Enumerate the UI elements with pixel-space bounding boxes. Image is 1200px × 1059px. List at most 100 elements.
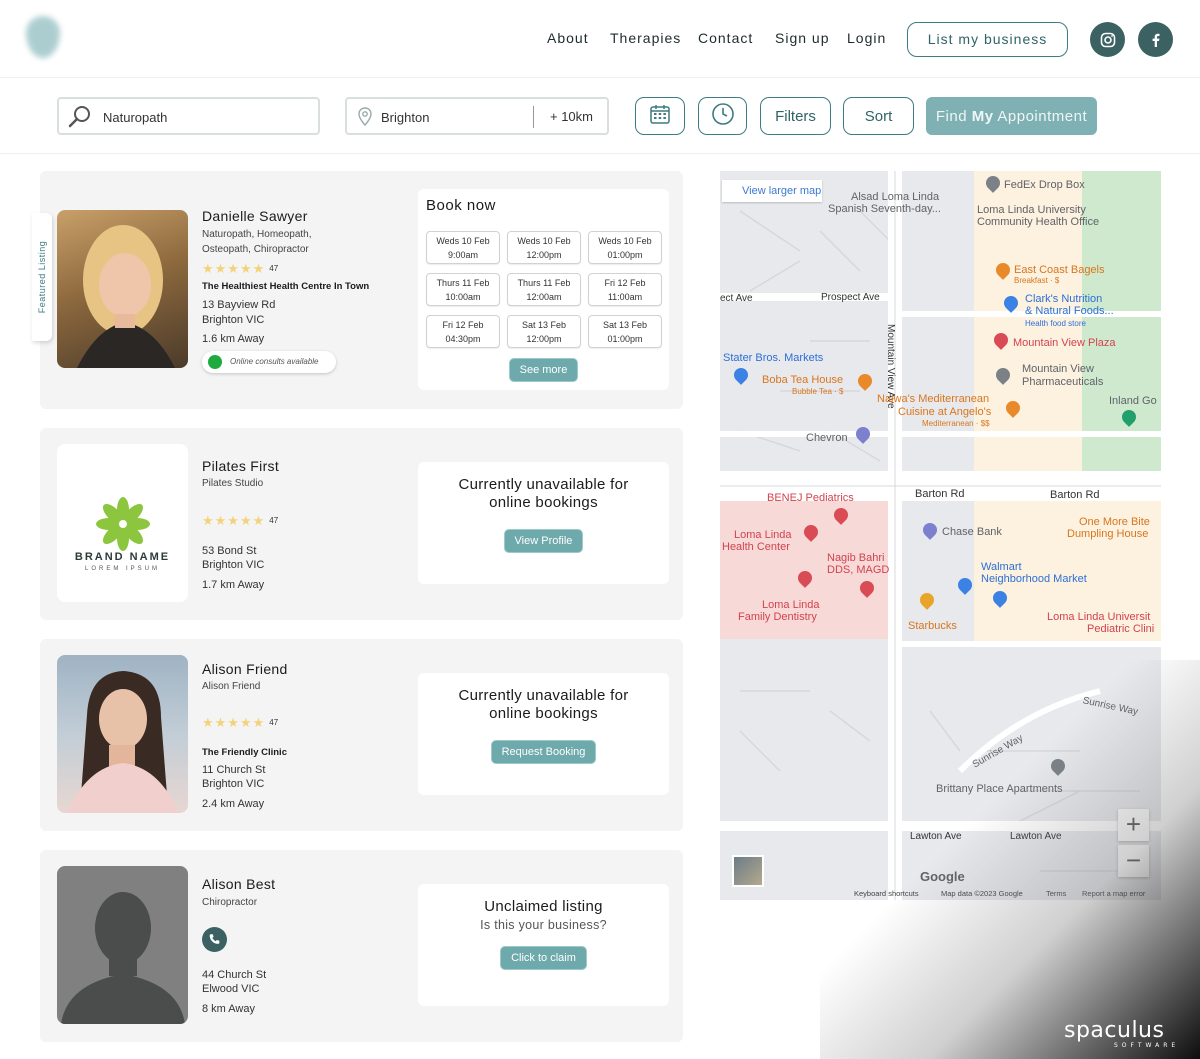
nav-contact[interactable]: Contact xyxy=(698,30,753,46)
spaculus-watermark: spaculus SOFTWARE xyxy=(1064,1018,1175,1049)
map-label: Nagib Bahri xyxy=(827,552,885,564)
practitioner-photo[interactable] xyxy=(57,655,188,813)
map-label: Walmart xyxy=(981,561,1022,573)
practitioner-specialties-line2: Osteopath, Chiropractor xyxy=(202,244,309,255)
time-slot[interactable]: Weds 10 Feb 01:00pm xyxy=(588,231,662,264)
listing-card-danielle-sawyer[interactable]: Featured Listing Danielle Sawyer Naturop… xyxy=(32,171,683,409)
map-label: Mountain View Plaza xyxy=(1013,337,1116,349)
phone-icon[interactable] xyxy=(202,927,227,952)
unavailable-line2: online bookings xyxy=(489,494,598,511)
instagram-icon[interactable] xyxy=(1090,22,1125,57)
therapy-search-input[interactable]: Naturopath xyxy=(57,97,320,135)
online-status-dot xyxy=(208,355,222,369)
listing-card-pilates-first[interactable]: BRAND NAME LOREM IPSUM Pilates First Pil… xyxy=(40,428,683,620)
map-footer-terms[interactable]: Terms xyxy=(1046,889,1066,898)
listing-card-alison-best[interactable]: Alison Best Chiropractor 44 Church St El… xyxy=(40,850,683,1042)
clinic-name: The Healthiest Health Centre In Town xyxy=(202,281,370,292)
practitioner-name[interactable]: Alison Best xyxy=(202,876,275,892)
slot-day: Thurs 11 Feb xyxy=(517,278,571,288)
list-my-business-button[interactable]: List my business xyxy=(907,22,1068,57)
sort-button[interactable]: Sort xyxy=(843,97,914,135)
distance: 1.6 km Away xyxy=(202,333,265,345)
slot-day: Weds 10 Feb xyxy=(517,236,571,246)
click-to-claim-button[interactable]: Click to claim xyxy=(500,946,587,970)
zoom-out-button[interactable]: − xyxy=(1118,845,1149,877)
claim-panel: Unclaimed listing Is this your business?… xyxy=(418,884,669,1006)
practitioner-photo[interactable] xyxy=(57,210,188,368)
featured-listing-tab: Featured Listing xyxy=(32,213,52,341)
street-view-thumbnail[interactable] xyxy=(732,855,764,887)
location-input[interactable]: Brighton + 10km xyxy=(345,97,609,135)
practitioner-name[interactable]: Danielle Sawyer xyxy=(202,208,308,224)
clinic-name: The Friendly Clinic xyxy=(202,747,287,758)
site-logo[interactable] xyxy=(22,12,192,68)
date-picker-button[interactable] xyxy=(635,97,685,135)
nav-about[interactable]: About xyxy=(547,30,589,46)
slot-time: 12:00pm xyxy=(526,334,562,344)
distance: 2.4 km Away xyxy=(202,798,265,810)
map-label: Chevron xyxy=(806,432,848,444)
star-rating: ★★★★★ 47 xyxy=(202,261,279,276)
map-label: Health food store xyxy=(1025,319,1086,328)
map-label: Pharmaceuticals xyxy=(1022,376,1104,388)
practitioner-name[interactable]: Alison Friend xyxy=(202,661,288,677)
view-larger-map-link[interactable]: View larger map xyxy=(722,180,822,202)
address-line2: Elwood VIC xyxy=(202,983,260,995)
map-label: Boba Tea House xyxy=(762,374,844,386)
placeholder-avatar[interactable] xyxy=(57,866,188,1024)
time-slot[interactable]: Weds 10 Feb 12:00pm xyxy=(507,231,581,264)
time-slot[interactable]: Fri 12 Feb 04:30pm xyxy=(426,315,500,348)
map-label: FedEx Drop Box xyxy=(1004,179,1085,191)
time-slot[interactable]: Fri 12 Feb 11:00am xyxy=(588,273,662,306)
rating-count: 47 xyxy=(269,718,279,727)
star-rating: ★★★★★ 47 xyxy=(202,715,279,730)
map-label: Lawton Ave xyxy=(1010,831,1062,842)
request-booking-button[interactable]: Request Booking xyxy=(490,740,597,764)
map-footer-keyboard[interactable]: Keyboard shortcuts xyxy=(854,889,919,898)
watermark-brand: spaculus xyxy=(1064,1018,1165,1043)
time-picker-button[interactable] xyxy=(698,97,747,135)
book-now-title: Book now xyxy=(426,197,496,214)
slot-time: 10:00am xyxy=(445,292,481,302)
facebook-icon[interactable] xyxy=(1138,22,1173,57)
practitioner-specialty: Pilates Studio xyxy=(202,478,264,489)
zoom-in-button[interactable]: + xyxy=(1118,809,1149,841)
time-slot[interactable]: Thurs 11 Feb 10:00am xyxy=(426,273,500,306)
location-value: Brighton xyxy=(381,110,430,125)
time-slot[interactable]: Weds 10 Feb 9:00am xyxy=(426,231,500,264)
time-slot[interactable]: Sat 13 Feb 12:00pm xyxy=(507,315,581,348)
online-consults-badge: Online consults available xyxy=(202,351,336,373)
filters-button[interactable]: Filters xyxy=(760,97,831,135)
slot-day: Fri 12 Feb xyxy=(604,278,646,288)
clock-icon xyxy=(711,102,735,130)
time-slot[interactable]: Sat 13 Feb 01:00pm xyxy=(588,315,662,348)
nav-sign-up[interactable]: Sign up xyxy=(775,30,829,46)
practitioner-name[interactable]: Pilates First xyxy=(202,458,279,474)
map-label: Mountain View xyxy=(1022,363,1094,375)
slot-day: Sat 13 Feb xyxy=(602,320,648,330)
listing-card-alison-friend[interactable]: Alison Friend Alison Friend ★★★★★ 47 The … xyxy=(40,639,683,831)
map-label: Spanish Seventh-day... xyxy=(828,203,941,215)
find-my-appointment-button[interactable]: Find My Appointment xyxy=(926,97,1097,135)
nav-login[interactable]: Login xyxy=(847,30,886,46)
person-silhouette-icon xyxy=(61,892,185,1024)
rating-count: 47 xyxy=(269,264,279,273)
map-label: Bubble Tea · $ xyxy=(792,387,844,396)
map-label: ect Ave xyxy=(720,293,753,304)
practitioner-specialty: Chiropractor xyxy=(202,897,258,908)
nav-therapies[interactable]: Therapies xyxy=(610,30,681,46)
map-label: Community Health Office xyxy=(977,216,1100,228)
view-profile-button[interactable]: View Profile xyxy=(503,529,584,553)
time-slot[interactable]: Thurs 11 Feb 12:00am xyxy=(507,273,581,306)
distance: 8 km Away xyxy=(202,1003,255,1015)
business-logo[interactable]: BRAND NAME LOREM IPSUM xyxy=(57,444,188,602)
address-line2: Brighton VIC xyxy=(202,559,265,571)
see-more-button[interactable]: See more xyxy=(508,358,579,382)
map-footer-report[interactable]: Report a map error xyxy=(1082,889,1145,898)
slot-day: Thurs 11 Feb xyxy=(436,278,490,288)
availability-panel: Currently unavailable for online booking… xyxy=(418,462,669,584)
star-rating: ★★★★★ 47 xyxy=(202,513,279,528)
radius-select[interactable]: + 10km xyxy=(550,109,593,124)
map-label: Chase Bank xyxy=(942,526,1002,538)
map-view[interactable]: Alsad Loma Linda Spanish Seventh-day... … xyxy=(720,171,1161,900)
